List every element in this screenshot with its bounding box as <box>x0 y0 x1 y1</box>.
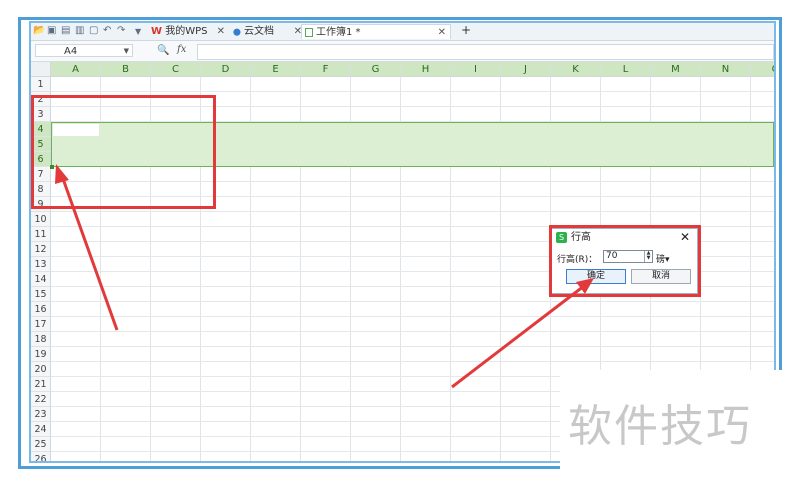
arrow-line-rows <box>60 175 119 331</box>
arrow-head-rows <box>55 164 69 184</box>
watermark-text: 软件技巧 <box>568 401 752 452</box>
